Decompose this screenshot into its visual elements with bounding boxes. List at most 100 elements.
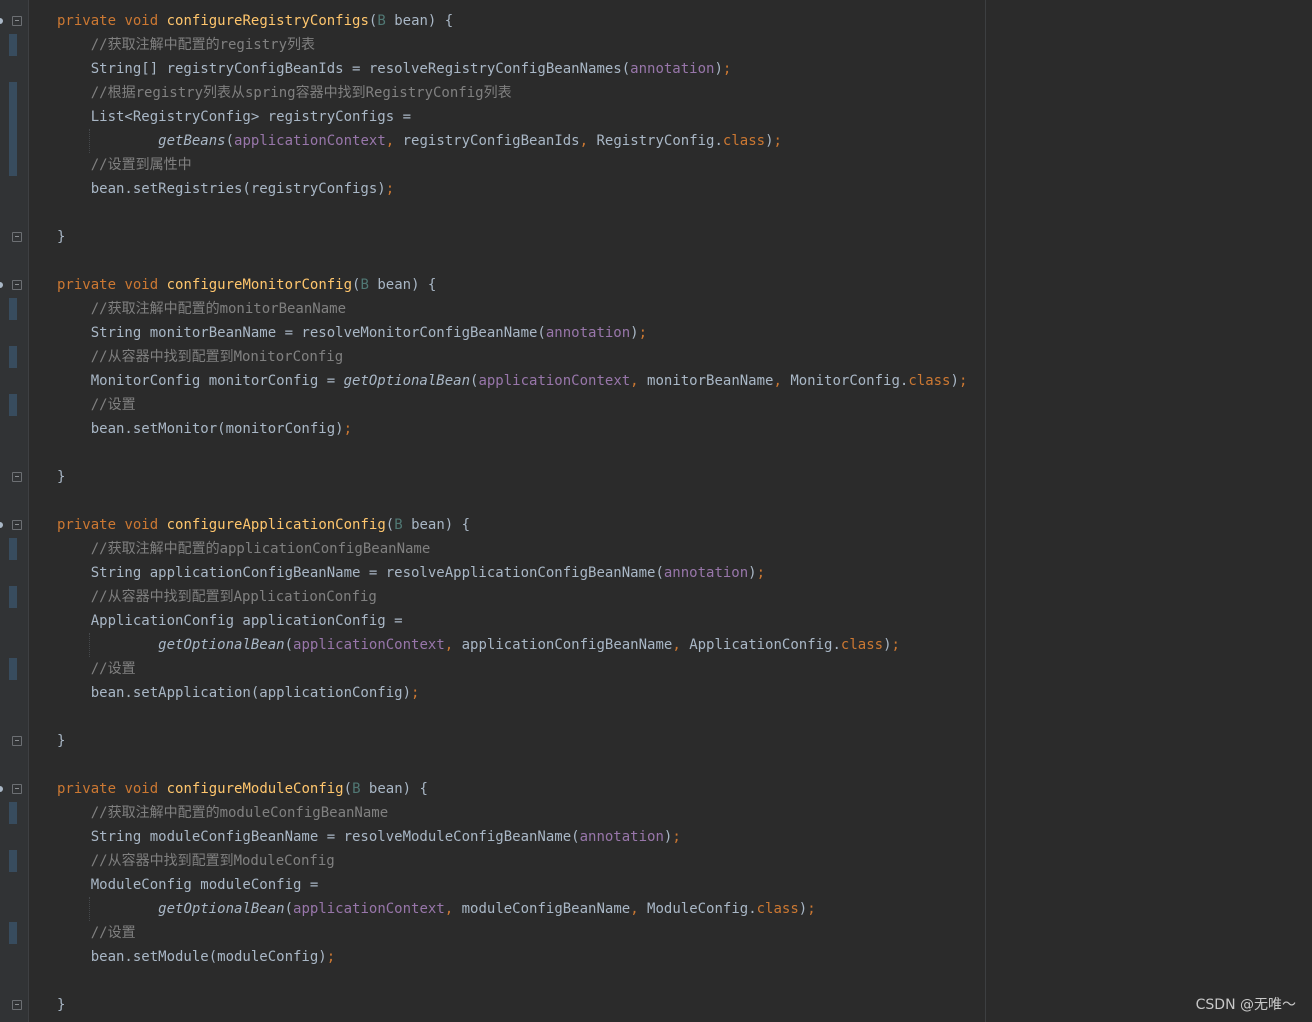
code-line[interactable]: getBeans(applicationContext, registryCon…	[57, 129, 967, 153]
fold-collapse-icon[interactable]	[12, 520, 22, 530]
method-marker-icon[interactable]	[0, 786, 3, 792]
code-line[interactable]	[57, 201, 967, 225]
code-line[interactable]: bean.setRegistries(registryConfigs);	[57, 177, 967, 201]
editor-gutter[interactable]	[0, 0, 29, 1022]
code-line[interactable]: MonitorConfig monitorConfig = getOptiona…	[57, 369, 968, 393]
code-line[interactable]: //从容器中找到配置到MonitorConfig	[57, 345, 967, 369]
code-token: }	[57, 469, 66, 485]
code-line[interactable]: //设置	[57, 657, 967, 681]
code-token: getBeans	[158, 133, 226, 149]
code-token: bean) {	[368, 277, 437, 293]
code-line[interactable]: bean.setModule(moduleConfig);	[57, 945, 967, 969]
code-line[interactable]: getOptionalBean(applicationContext, modu…	[57, 897, 967, 921]
code-token: ;	[891, 637, 900, 653]
code-token: annotation	[663, 565, 749, 581]
fold-end-icon[interactable]	[12, 736, 22, 746]
code-token: bean) {	[402, 517, 471, 533]
code-token: bean.setModule(moduleConfig)	[57, 949, 327, 965]
code-line[interactable]: //获取注解中配置的applicationConfigBeanName	[57, 537, 967, 561]
code-token: void	[124, 277, 159, 293]
code-line[interactable]: }	[57, 993, 967, 1017]
code-token: private	[57, 277, 117, 293]
code-token: MonitorConfig.	[790, 373, 909, 389]
code-token: String[] registryConfigBeanIds = resolve…	[57, 61, 631, 77]
code-line[interactable]: private void configureApplicationConfig(…	[57, 513, 967, 537]
code-line[interactable]	[57, 441, 967, 465]
code-line[interactable]: List<RegistryConfig> registryConfigs =	[57, 105, 967, 129]
code-line[interactable]: }	[57, 465, 967, 489]
code-line[interactable]: private void configureModuleConfig(B bea…	[57, 777, 967, 801]
fold-end-icon[interactable]	[12, 472, 22, 482]
code-token: applicationConfigBeanName	[461, 637, 673, 653]
code-token: getOptionalBean	[343, 373, 471, 389]
code-line[interactable]: //设置	[57, 921, 967, 945]
code-line[interactable]: private void configureRegistryConfigs(B …	[57, 9, 967, 33]
code-line[interactable]: //设置到属性中	[57, 153, 967, 177]
code-line[interactable]: ModuleConfig moduleConfig =	[57, 873, 967, 897]
code-line[interactable]: bean.setMonitor(monitorConfig);	[57, 417, 967, 441]
method-marker-icon[interactable]	[0, 522, 3, 528]
code-line[interactable]	[57, 489, 967, 513]
code-line[interactable]: String[] registryConfigBeanIds = resolve…	[57, 57, 967, 81]
code-line[interactable]: ApplicationConfig applicationConfig =	[57, 609, 967, 633]
code-line[interactable]	[57, 969, 967, 993]
code-line[interactable]: getOptionalBean(applicationContext, appl…	[57, 633, 967, 657]
code-token: class	[756, 901, 799, 917]
code-line[interactable]	[57, 705, 967, 729]
fold-collapse-icon[interactable]	[12, 784, 22, 794]
code-line[interactable]: }	[57, 225, 967, 249]
code-line[interactable]: //获取注解中配置的monitorBeanName	[57, 297, 967, 321]
code-line[interactable]: //从容器中找到配置到ModuleConfig	[57, 849, 967, 873]
code-line[interactable]: //根据registry列表从spring容器中找到RegistryConfig…	[57, 81, 967, 105]
code-line[interactable]: }	[57, 729, 967, 753]
code-token: ,	[579, 133, 597, 149]
code-token: B	[360, 277, 369, 293]
change-marker	[9, 658, 17, 680]
code-token: ;	[958, 373, 968, 389]
code-token: ,	[672, 637, 690, 653]
code-editor[interactable]: private void configureRegistryConfigs(B …	[0, 0, 1312, 1022]
change-marker	[9, 802, 17, 824]
fold-end-icon[interactable]	[12, 232, 22, 242]
code-line[interactable]: String monitorBeanName = resolveMonitorC…	[57, 321, 967, 345]
code-token: )	[765, 133, 774, 149]
code-token: annotation	[630, 61, 715, 77]
code-line[interactable]: bean.setApplication(applicationConfig);	[57, 681, 967, 705]
change-marker	[9, 538, 17, 560]
code-token: ;	[756, 565, 766, 581]
code-line[interactable]	[57, 249, 967, 273]
code-token: //从容器中找到配置到MonitorConfig	[90, 349, 344, 365]
code-token: getOptionalBean	[158, 637, 285, 653]
code-area[interactable]: private void configureRegistryConfigs(B …	[57, 9, 967, 1017]
method-marker-icon[interactable]	[0, 18, 3, 24]
code-token: //设置	[90, 661, 136, 677]
code-token: bean.setMonitor(monitorConfig)	[57, 421, 344, 437]
code-token: }	[57, 229, 66, 245]
code-line[interactable]	[57, 753, 967, 777]
fold-end-icon[interactable]	[12, 1000, 22, 1010]
code-line[interactable]: String moduleConfigBeanName = resolveMod…	[57, 825, 967, 849]
fold-collapse-icon[interactable]	[12, 280, 22, 290]
code-token: bean) {	[385, 13, 454, 29]
code-token: //从容器中找到配置到ModuleConfig	[90, 853, 335, 869]
fold-collapse-icon[interactable]	[12, 16, 22, 26]
code-line[interactable]: //获取注解中配置的registry列表	[57, 33, 967, 57]
code-line[interactable]: //获取注解中配置的moduleConfigBeanName	[57, 801, 967, 825]
code-line[interactable]: private void configureMonitorConfig(B be…	[57, 273, 967, 297]
method-marker-icon[interactable]	[0, 282, 3, 288]
code-token: )	[950, 373, 959, 389]
change-marker	[9, 346, 17, 368]
code-line[interactable]: //从容器中找到配置到ApplicationConfig	[57, 585, 967, 609]
code-token: ,	[630, 901, 648, 917]
code-line[interactable]: String applicationConfigBeanName = resol…	[57, 561, 967, 585]
code-token: private	[57, 13, 117, 29]
code-line[interactable]: //设置	[57, 393, 967, 417]
right-margin-guide	[985, 0, 986, 1022]
code-token: ModuleConfig moduleConfig =	[57, 877, 319, 893]
